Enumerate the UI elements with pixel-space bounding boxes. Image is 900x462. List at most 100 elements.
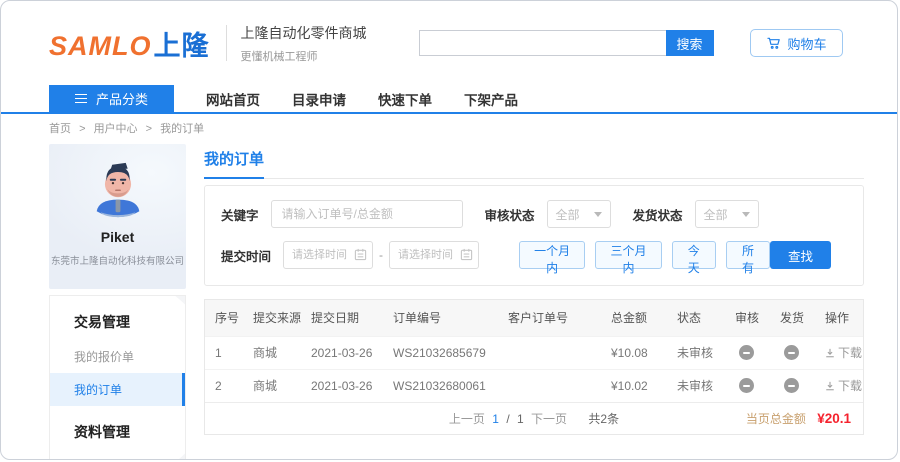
next-page-button[interactable]: 下一页: [531, 412, 567, 426]
header-search-input[interactable]: [418, 30, 666, 56]
sidebar-menu: 交易管理 我的报价单 我的订单 资料管理 账户信息 地址管理: [49, 295, 186, 459]
download-icon: [826, 348, 834, 357]
category-tab-label: 产品分类: [95, 92, 148, 107]
filter-panel: 关键字 审核状态 全部 发货状态 全部 提交时间: [204, 185, 864, 286]
ship-minus-circle-icon: [784, 345, 799, 361]
cart-button[interactable]: 购物车: [749, 29, 843, 57]
cell-order-no: WS21032685679: [383, 335, 498, 369]
keyword-input[interactable]: [270, 200, 463, 228]
col-header-date: 提交日期: [301, 300, 383, 336]
profile-company: 东莞市上隆自动化科技有限公司: [50, 256, 184, 267]
nav-item-discontinued[interactable]: 下架产品: [464, 85, 518, 112]
ship-minus-circle-icon: [784, 378, 799, 394]
cell-no: 2: [205, 368, 243, 402]
title-row: 我的订单: [204, 148, 864, 179]
cell-order-no: WS21032680061: [383, 368, 498, 402]
product-category-tab[interactable]: 产品分类: [49, 85, 174, 112]
date-to-wrap: [389, 241, 480, 269]
quick-filter-today[interactable]: 今天: [671, 241, 716, 275]
logo-text-en: SAMLO: [49, 30, 152, 61]
audit-status-label: 审核状态: [484, 208, 535, 223]
col-header-audit: 审核: [725, 300, 770, 336]
tagline-main: 上隆自动化零件商城: [240, 24, 367, 41]
submit-time-label: 提交时间: [221, 249, 272, 264]
cell-no: 1: [205, 335, 243, 369]
col-header-no: 序号: [205, 300, 243, 336]
nav-item-quick-order[interactable]: 快速下单: [378, 85, 432, 112]
audit-minus-circle-icon: [739, 345, 754, 361]
logo-text-cn: 上隆: [153, 30, 210, 61]
find-button[interactable]: 查找: [770, 241, 831, 269]
cell-status: 未审核: [667, 335, 725, 369]
col-header-action: 操作: [815, 300, 863, 336]
current-page: 1: [492, 412, 499, 426]
main-content: 我的订单 关键字 审核状态 全部 发货状态 全部: [204, 144, 864, 435]
audit-status-value: 全部: [555, 207, 580, 222]
quick-filter-all[interactable]: 所有: [725, 241, 771, 275]
brand-logo[interactable]: SAMLO上隆: [49, 24, 210, 63]
table-row: 1 商城 2021-03-26 WS21032685679 ¥10.08 未审核…: [205, 335, 863, 369]
cell-date: 2021-03-26: [301, 368, 383, 402]
cell-date: 2021-03-26: [301, 335, 383, 369]
summary-value: ¥20.1: [817, 411, 851, 426]
total-pages: 1: [517, 412, 524, 426]
cell-status: 未审核: [667, 368, 725, 402]
cell-amount: ¥10.02: [601, 368, 667, 402]
col-header-ship: 发货: [770, 300, 815, 336]
table-header-row: 序号 提交来源 提交日期 订单编号 客户订单号 总金额 状态 审核 发货 操作: [205, 300, 863, 336]
download-icon: [826, 381, 834, 391]
sidebar-item-my-orders[interactable]: 我的订单: [50, 373, 185, 406]
sidebar: Piket 东莞市上隆自动化科技有限公司 交易管理 我的报价单 我的订单 资料管…: [49, 144, 186, 459]
sidebar-item-account-info[interactable]: 账户信息: [50, 450, 185, 459]
avatar: [87, 157, 149, 224]
calendar-icon[interactable]: [460, 248, 473, 266]
orders-table: 序号 提交来源 提交日期 订单编号 客户订单号 总金额 状态 审核 发货 操作: [205, 300, 863, 402]
col-header-status: 状态: [667, 300, 725, 336]
download-link[interactable]: 下载: [825, 344, 862, 361]
page-separator: /: [506, 412, 510, 426]
chevron-down-icon: [593, 211, 602, 217]
total-count: 共2条: [588, 412, 620, 426]
ship-status-label: 发货状态: [632, 208, 683, 223]
logo-divider: [225, 25, 227, 61]
cart-label: 购物车: [787, 36, 827, 52]
page-total-summary: 当页总金额 ¥20.1: [746, 403, 851, 435]
orders-table-box: 序号 提交来源 提交日期 订单编号 客户订单号 总金额 状态 审核 发货 操作: [204, 299, 864, 435]
cart-icon: [766, 35, 782, 51]
profile-name: Piket: [100, 229, 135, 245]
menu-section-data: 资料管理: [74, 424, 130, 440]
ship-status-value: 全部: [703, 207, 728, 222]
body-wrap: Piket 东莞市上隆自动化科技有限公司 交易管理 我的报价单 我的订单 资料管…: [1, 142, 897, 459]
sidebar-item-my-quotes[interactable]: 我的报价单: [50, 340, 185, 373]
quick-filter-three-months[interactable]: 三个月内: [595, 241, 662, 275]
keyword-label: 关键字: [221, 208, 259, 223]
prev-page-button[interactable]: 上一页: [449, 412, 485, 426]
quick-filter-one-month[interactable]: 一个月内: [519, 241, 586, 275]
ship-status-select[interactable]: 全部: [694, 200, 759, 228]
date-range-separator: -: [379, 248, 384, 262]
cell-amount: ¥10.08: [601, 335, 667, 369]
breadcrumb-home[interactable]: 首页: [49, 123, 71, 135]
nav-item-catalog-apply[interactable]: 目录申请: [292, 85, 346, 112]
table-footer: 上一页 1 / 1 下一页 共2条 当页总金额 ¥20.1: [205, 402, 863, 434]
date-from-wrap: [283, 241, 374, 269]
breadcrumb-separator: >: [79, 123, 86, 135]
col-header-amount: 总金额: [601, 300, 667, 336]
cell-customer-order-no: [498, 368, 601, 402]
nav-item-home[interactable]: 网站首页: [206, 85, 260, 112]
chevron-down-icon: [741, 211, 750, 217]
tagline-sub: 更懂机械工程师: [240, 50, 318, 63]
header-search-button[interactable]: 搜索: [665, 30, 714, 56]
breadcrumb-user-center[interactable]: 用户中心: [94, 123, 138, 135]
calendar-icon[interactable]: [354, 248, 367, 266]
profile-card: Piket 东莞市上隆自动化科技有限公司: [49, 144, 186, 289]
cell-customer-order-no: [498, 335, 601, 369]
breadcrumb-separator: >: [145, 123, 153, 135]
taglines: 上隆自动化零件商城 更懂机械工程师: [241, 23, 367, 64]
page-title: 我的订单: [204, 148, 265, 179]
summary-label: 当页总金额: [745, 412, 806, 426]
download-link[interactable]: 下载: [825, 377, 862, 394]
audit-status-select[interactable]: 全部: [546, 200, 611, 228]
col-header-source: 提交来源: [243, 300, 301, 336]
table-row: 2 商城 2021-03-26 WS21032680061 ¥10.02 未审核…: [205, 368, 863, 402]
